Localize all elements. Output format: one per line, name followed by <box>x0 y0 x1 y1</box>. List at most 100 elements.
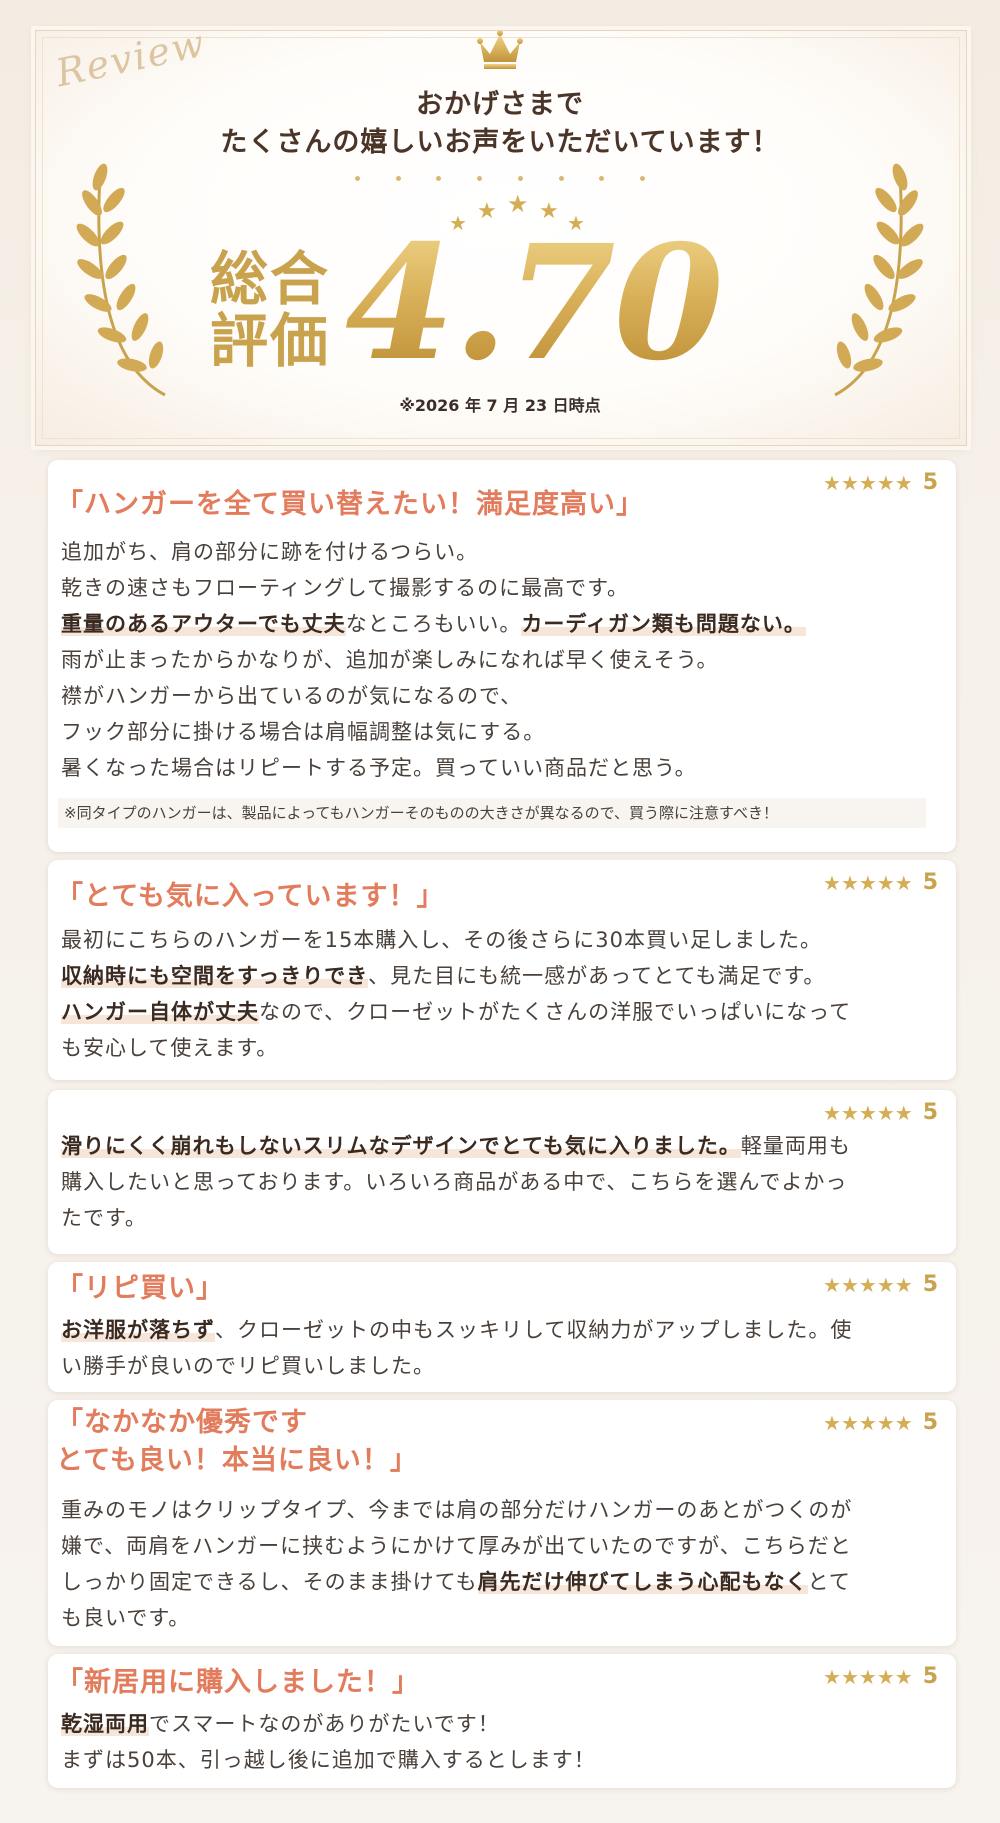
review-text: 乾きの速さもフローティングして撮影するのに最高です。 <box>61 576 630 600</box>
laurel-right-icon <box>834 163 924 397</box>
review-line: 滑りにくく崩れもしないスリムなデザインでとても気に入りました。軽量両用も <box>61 1128 938 1164</box>
stars-icon: ★★★★★ <box>823 470 913 495</box>
review-title: 「とても気に入っています！」 <box>56 881 445 912</box>
review-line: 追加がち、肩の部分に跡を付けるつらい。 <box>61 534 938 570</box>
highlighted-text: お洋服が落ちず <box>61 1318 215 1342</box>
star-rating: ★★★★★ 5 <box>823 1410 938 1435</box>
review-line: 暑くなった場合はリピートする予定。買っていい商品だと思う。 <box>61 750 938 786</box>
highlighted-text: ハンガー自体が丈夫 <box>61 1000 259 1024</box>
stars-icon: ★★★★★ <box>823 1272 913 1297</box>
review-line: 嫌で、両肩をハンガーに挟むようにかけて厚みが出ていたのですが、こちらだと <box>61 1528 938 1564</box>
headline-line-1: おかげさまで <box>416 89 584 120</box>
review-text: 購入したいと思っております。いろいろ商品がある中で、こちらを選んでよかっ <box>61 1170 848 1194</box>
star-rating: ★★★★★ 5 <box>823 1100 938 1125</box>
review-text: 、見た目にも統一感があってとても満足です。 <box>368 964 826 988</box>
review-card: ★★★★★ 5 「新居用に購入しました！」 乾湿両用でスマートなのがありがたいで… <box>48 1654 956 1788</box>
review-text: フック部分に掛ける場合は肩幅調整は気にする。 <box>61 720 546 744</box>
review-title: 「ハンガーを全て買い替えたい！満足度高い」 <box>56 489 644 520</box>
stars-icon: ★★★★★ <box>823 1100 913 1125</box>
review-body: 追加がち、肩の部分に跡を付けるつらい。乾きの速さもフローティングして撮影するのに… <box>61 534 938 786</box>
rating-value: 5 <box>922 1100 938 1125</box>
star-rating: ★★★★★ 5 <box>823 1664 938 1689</box>
review-text: でスマートなのがありがたいです！ <box>149 1712 500 1736</box>
overall-rating-label-line-1: 総合 <box>210 245 331 313</box>
review-text: とて <box>807 1570 851 1594</box>
review-line: 襟がハンガーから出ているのが気になるので、 <box>61 678 938 714</box>
review-line: まずは50本、引っ越し後に追加で購入するとします！ <box>61 1742 938 1778</box>
review-text: 嫌で、両肩をハンガーに挟むようにかけて厚みが出ていたのですが、こちらだと <box>61 1534 852 1558</box>
rating-value: 5 <box>922 1410 938 1435</box>
review-line: も良いです。 <box>61 1600 938 1636</box>
review-line: も安心して使えます。 <box>61 1030 938 1066</box>
rating-value: 5 <box>922 1272 938 1297</box>
as-of-date: ※2026 年 7 月 23 日時点 <box>399 396 601 415</box>
review-body: 乾湿両用でスマートなのがありがたいです！ まずは50本、引っ越し後に追加で購入する… <box>61 1706 938 1778</box>
review-line: 乾湿両用でスマートなのがありがたいです！ <box>61 1706 938 1742</box>
decorative-dots <box>355 176 645 181</box>
headline-line-2: たくさんの嬉しいお声をいただいています！ <box>220 127 780 158</box>
star-rating: ★★★★★ 5 <box>823 1272 938 1297</box>
review-body: 滑りにくく崩れもしないスリムなデザインでとても気に入りました。軽量両用も購入した… <box>61 1128 938 1236</box>
review-line: 最初にこちらのハンガーを15本購入し、その後さらに30本買い足しました。 <box>61 922 938 958</box>
rating-value: 5 <box>922 870 938 895</box>
review-text: なところもいい。 <box>345 612 522 636</box>
review-line: 収納時にも空間をすっきりでき、見た目にも統一感があってとても満足です。 <box>61 958 938 994</box>
crown-icon <box>477 30 523 69</box>
review-text: 暑くなった場合はリピートする予定。買っていい商品だと思う。 <box>61 756 697 780</box>
rating-value: 5 <box>922 470 938 495</box>
review-line: 重量のあるアウターでも丈夫なところもいい。カーディガン類も問題ない。 <box>61 606 938 642</box>
review-line: ハンガー自体が丈夫なので、クローゼットがたくさんの洋服でいっぱいになって <box>61 994 938 1030</box>
review-text: 追加がち、肩の部分に跡を付けるつらい。 <box>61 540 479 564</box>
review-text: 雨が止まったからかなりが、追加が楽しみになれば早く使えそう。 <box>61 648 719 672</box>
review-text: 軽量両用も <box>740 1134 851 1158</box>
review-card: ★★★★★ 5 「ハンガーを全て買い替えたい！満足度高い」 追加がち、肩の部分に… <box>48 460 956 852</box>
review-line: たです。 <box>61 1200 938 1236</box>
review-line: 雨が止まったからかなりが、追加が楽しみになれば早く使えそう。 <box>61 642 938 678</box>
overall-rating-label-line-2: 評価 <box>210 307 331 375</box>
review-card: ★★★★★ 5 「なかなか優秀です とても良い！本当に良い！」 重みのモノはクリ… <box>48 1400 956 1646</box>
review-body: 重みのモノはクリップタイプ、今までは肩の部分だけハンガーのあとがつくのが 嫌で、両… <box>61 1492 938 1636</box>
review-card: ★★★★★ 5 滑りにくく崩れもしないスリムなデザインでとても気に入りました。軽… <box>48 1090 956 1254</box>
review-title: 「新居用に購入しました！」 <box>56 1667 420 1698</box>
review-text: も安心して使えます。 <box>61 1036 279 1060</box>
review-text: まずは50本、引っ越し後に追加で購入するとします！ <box>61 1748 596 1772</box>
review-title: 「リピ買い」 <box>56 1273 224 1304</box>
review-line: 乾きの速さもフローティングして撮影するのに最高です。 <box>61 570 938 606</box>
highlighted-text: 重量のあるアウターでも丈夫 <box>61 612 346 636</box>
review-text: なので、クローゼットがたくさんの洋服でいっぱいになって <box>259 1000 852 1024</box>
review-card: ★★★★★ 5 「リピ買い」 お洋服が落ちず、クローゼットの中もスッキリして収納… <box>48 1262 956 1392</box>
highlighted-text: 乾湿両用 <box>61 1712 149 1736</box>
review-line: 購入したいと思っております。いろいろ商品がある中で、こちらを選んでよかっ <box>61 1164 938 1200</box>
review-text: 襟がハンガーから出ているのが気になるので、 <box>61 684 523 708</box>
review-body: 最初にこちらのハンガーを15本購入し、その後さらに30本買い足しました。 収納時に… <box>61 922 938 1066</box>
star-rating: ★★★★★ 5 <box>823 870 938 895</box>
review-line: フック部分に掛ける場合は肩幅調整は気にする。 <box>61 714 938 750</box>
review-body: お洋服が落ちず、クローゼットの中もスッキリして収納力がアップしました。使い勝手が… <box>61 1312 938 1384</box>
review-line: お洋服が落ちず、クローゼットの中もスッキリして収納力がアップしました。使 <box>61 1312 938 1348</box>
stars-icon: ★★★★★ <box>823 1664 913 1689</box>
review-text: 、クローゼットの中もスッキリして収納力がアップしました。使 <box>215 1318 853 1342</box>
review-line: 重みのモノはクリップタイプ、今までは肩の部分だけハンガーのあとがつくのが <box>61 1492 938 1528</box>
review-title-line-1: 「なかなか優秀です <box>56 1407 308 1438</box>
review-text: 最初にこちらのハンガーを15本購入し、その後さらに30本買い足しました。 <box>61 928 823 952</box>
review-note: ※同タイプのハンガーは、製品によってもハンガーそのものの大きさが異なるので、買う… <box>58 798 926 828</box>
overall-rating-label: 総合 評価 <box>210 248 340 372</box>
stars-icon: ★★★★★ <box>823 870 913 895</box>
review-line: しっかり固定できるし、そのまま掛けても肩先だけ伸びてしまう心配もなくとて <box>61 1564 938 1600</box>
highlighted-text: カーディガン類も問題ない。 <box>521 612 806 636</box>
review-text: も良いです。 <box>61 1606 191 1630</box>
highlighted-text: 収納時にも空間をすっきりでき <box>61 964 369 988</box>
review-title-line-2: とても良い！本当に良い！」 <box>56 1445 418 1476</box>
review-text: 重みのモノはクリップタイプ、今までは肩の部分だけハンガーのあとがつくのが <box>61 1498 853 1522</box>
review-text: しっかり固定できるし、そのまま掛けても <box>61 1570 478 1594</box>
star-rating: ★★★★★ 5 <box>823 470 938 495</box>
highlighted-text: 滑りにくく崩れもしないスリムなデザインでとても気に入りました。 <box>61 1134 741 1158</box>
stars-icon: ★★★★★ <box>823 1410 913 1435</box>
review-text: い勝手が良いのでリピ買いしました。 <box>61 1354 435 1378</box>
overall-score: 4.70 <box>345 211 724 396</box>
rating-value: 5 <box>922 1664 938 1689</box>
laurel-left-icon <box>76 163 166 397</box>
highlighted-text: 肩先だけ伸びてしまう心配もなく <box>477 1570 808 1594</box>
review-card: ★★★★★ 5 「とても気に入っています！」 最初にこちらのハンガーを15本購入… <box>48 860 956 1080</box>
review-text: たです。 <box>61 1206 147 1230</box>
